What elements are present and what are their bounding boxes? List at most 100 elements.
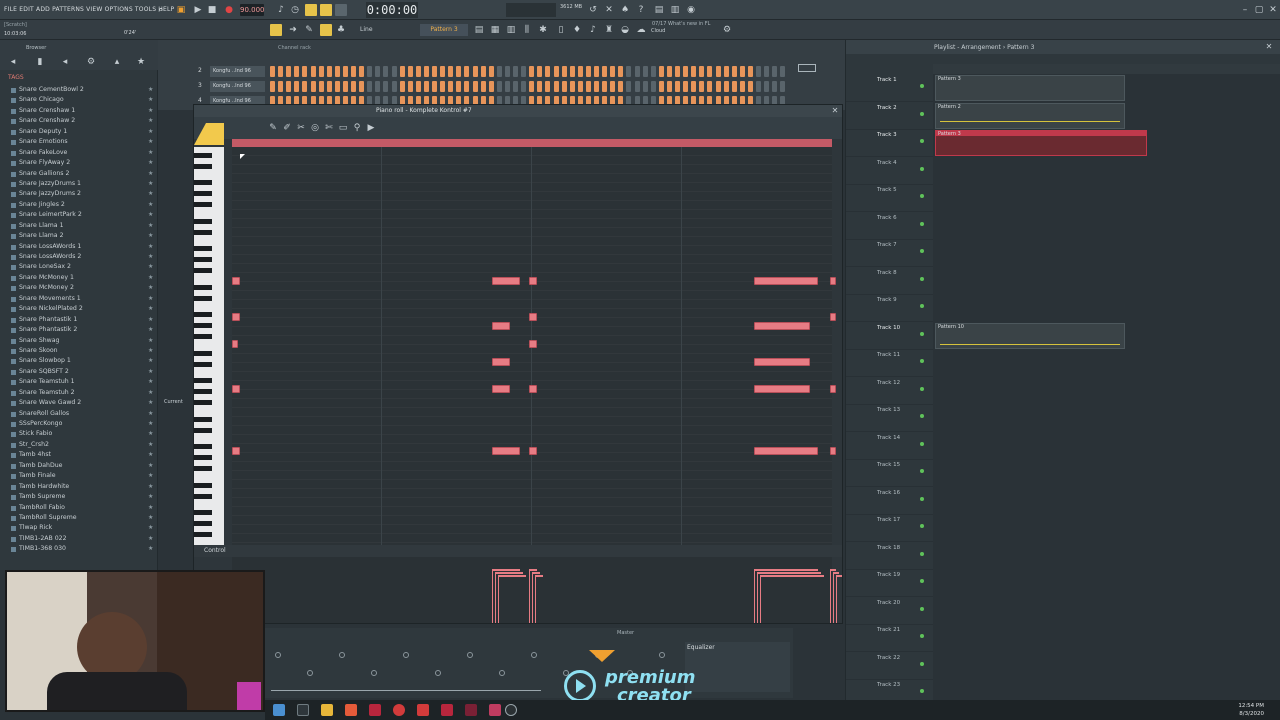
step-button[interactable] xyxy=(739,66,745,77)
track-lane[interactable] xyxy=(933,184,1280,212)
step-button[interactable] xyxy=(626,81,632,92)
tools-icon[interactable]: ✕ xyxy=(604,5,614,15)
step-button[interactable] xyxy=(553,66,559,77)
black-key[interactable] xyxy=(194,493,212,499)
midi-note[interactable] xyxy=(830,385,836,393)
undo-icon[interactable]: ↺ xyxy=(588,5,598,15)
step-button[interactable] xyxy=(772,66,778,77)
favorite-star-icon[interactable]: ★ xyxy=(148,200,153,210)
pan-knob[interactable] xyxy=(499,670,505,676)
step-button[interactable] xyxy=(399,66,405,77)
midi-note[interactable] xyxy=(232,277,240,285)
step-button[interactable] xyxy=(723,81,729,92)
step-button[interactable] xyxy=(610,66,616,77)
black-key[interactable] xyxy=(194,257,212,262)
black-key[interactable] xyxy=(194,312,212,317)
step-button[interactable] xyxy=(747,66,753,77)
midi-note[interactable] xyxy=(830,313,836,321)
track-mute-led[interactable] xyxy=(920,276,924,281)
track-mute-led[interactable] xyxy=(920,469,924,473)
track-lane[interactable] xyxy=(933,294,1280,322)
velocity-stem[interactable] xyxy=(535,575,536,623)
favorite-star-icon[interactable]: ★ xyxy=(148,367,153,377)
pattern-clip[interactable]: Pattern 3 xyxy=(935,130,1147,156)
browser-item[interactable]: Snare Crenshaw 1 ★ xyxy=(0,106,158,116)
mixer-icon[interactable]: ⫼ xyxy=(522,25,532,35)
step-button[interactable] xyxy=(432,66,437,77)
black-key[interactable] xyxy=(194,510,212,515)
midi-note[interactable] xyxy=(830,447,836,455)
step-button[interactable] xyxy=(318,81,324,92)
black-key[interactable] xyxy=(194,152,212,158)
browser-item[interactable]: Snare Teamstuh 1 ★ xyxy=(0,377,158,387)
favorite-star-icon[interactable]: ★ xyxy=(148,482,153,492)
step-button[interactable] xyxy=(658,81,664,92)
step-button[interactable] xyxy=(440,81,446,92)
step-button[interactable] xyxy=(334,66,340,77)
step-button[interactable] xyxy=(488,81,494,92)
play-button[interactable]: ▶ xyxy=(193,5,203,15)
browser-item[interactable]: Snare Phantastik 2 ★ xyxy=(0,325,158,335)
browser-item[interactable]: Tamb Supreme ★ xyxy=(0,492,158,502)
playlist-ruler[interactable] xyxy=(933,64,1280,74)
step-button[interactable] xyxy=(666,66,672,77)
favorite-star-icon[interactable]: ★ xyxy=(148,377,153,387)
track-mute-led[interactable] xyxy=(920,524,924,528)
browser-item[interactable]: TIMB1-2AB 022 ★ xyxy=(0,534,158,544)
midi-note[interactable] xyxy=(529,340,537,348)
favorite-star-icon[interactable]: ★ xyxy=(148,471,153,481)
pan-knob[interactable] xyxy=(339,652,345,658)
pattern-clip[interactable]: Pattern 2 xyxy=(935,102,1125,129)
black-key[interactable] xyxy=(194,389,212,394)
playlist-track[interactable]: Track 2 Pattern 2 xyxy=(846,101,1280,130)
favorite-star-icon[interactable]: ★ xyxy=(148,450,153,460)
velocity-cap[interactable] xyxy=(830,569,836,571)
pattern-mode-button[interactable] xyxy=(270,24,282,36)
midi-note[interactable] xyxy=(492,277,520,285)
step-button[interactable] xyxy=(594,81,599,92)
main-menu[interactable]: FILE EDIT ADD PATTERNS VIEW OPTIONS TOOL… xyxy=(4,6,174,13)
step-button[interactable] xyxy=(383,66,389,77)
midi-note[interactable] xyxy=(529,277,537,285)
midi-note[interactable] xyxy=(754,358,810,366)
step-button[interactable] xyxy=(302,66,308,77)
step-button[interactable] xyxy=(375,66,381,77)
browser-item[interactable]: SnareRoll Gallos ★ xyxy=(0,409,158,419)
step-button[interactable] xyxy=(448,81,454,92)
favorite-star-icon[interactable]: ★ xyxy=(148,544,153,554)
favorite-star-icon[interactable]: ★ xyxy=(148,169,153,179)
taskbar-app-6[interactable] xyxy=(393,704,405,716)
step-button[interactable] xyxy=(618,66,624,77)
velocity-cap[interactable] xyxy=(492,569,520,571)
step-button[interactable] xyxy=(423,81,429,92)
step-button[interactable] xyxy=(504,66,510,77)
browser-item[interactable]: Snare LossAWords 1 ★ xyxy=(0,242,158,252)
piano-roll-ruler[interactable] xyxy=(232,139,832,147)
step-button[interactable] xyxy=(715,81,721,92)
black-key[interactable] xyxy=(194,466,212,471)
step-button[interactable] xyxy=(691,81,697,92)
step-button[interactable] xyxy=(270,81,275,92)
step-button[interactable] xyxy=(472,81,478,92)
track-name[interactable]: Track 17 xyxy=(877,517,900,523)
black-key[interactable] xyxy=(194,218,212,224)
browser-title[interactable]: Browser xyxy=(26,45,46,51)
playlist-track[interactable]: Track 15 xyxy=(846,459,1280,487)
loop-record-button[interactable] xyxy=(335,4,347,16)
step-button[interactable] xyxy=(415,66,421,77)
browser-item[interactable]: Snare SQBSFT 2 ★ xyxy=(0,367,158,377)
playback-icon[interactable]: ▶ xyxy=(366,123,376,133)
taskbar-app-2[interactable] xyxy=(297,704,309,716)
favorite-star-icon[interactable]: ★ xyxy=(148,513,153,523)
favorite-star-icon[interactable]: ★ xyxy=(148,158,153,168)
step-button[interactable] xyxy=(472,66,478,77)
track-lane[interactable]: Pattern 10 xyxy=(933,321,1280,350)
track-lane[interactable] xyxy=(933,431,1280,460)
pencil-icon[interactable]: ✎ xyxy=(304,25,314,35)
midi-note[interactable] xyxy=(492,385,510,393)
velocity-stem[interactable] xyxy=(754,569,755,623)
taskbar-app-10[interactable] xyxy=(489,704,501,716)
taskbar-app-4[interactable] xyxy=(345,704,357,716)
cloud-icon[interactable]: ☁ xyxy=(636,25,646,35)
browser-item[interactable]: Snare Teamstuh 2 ★ xyxy=(0,388,158,398)
